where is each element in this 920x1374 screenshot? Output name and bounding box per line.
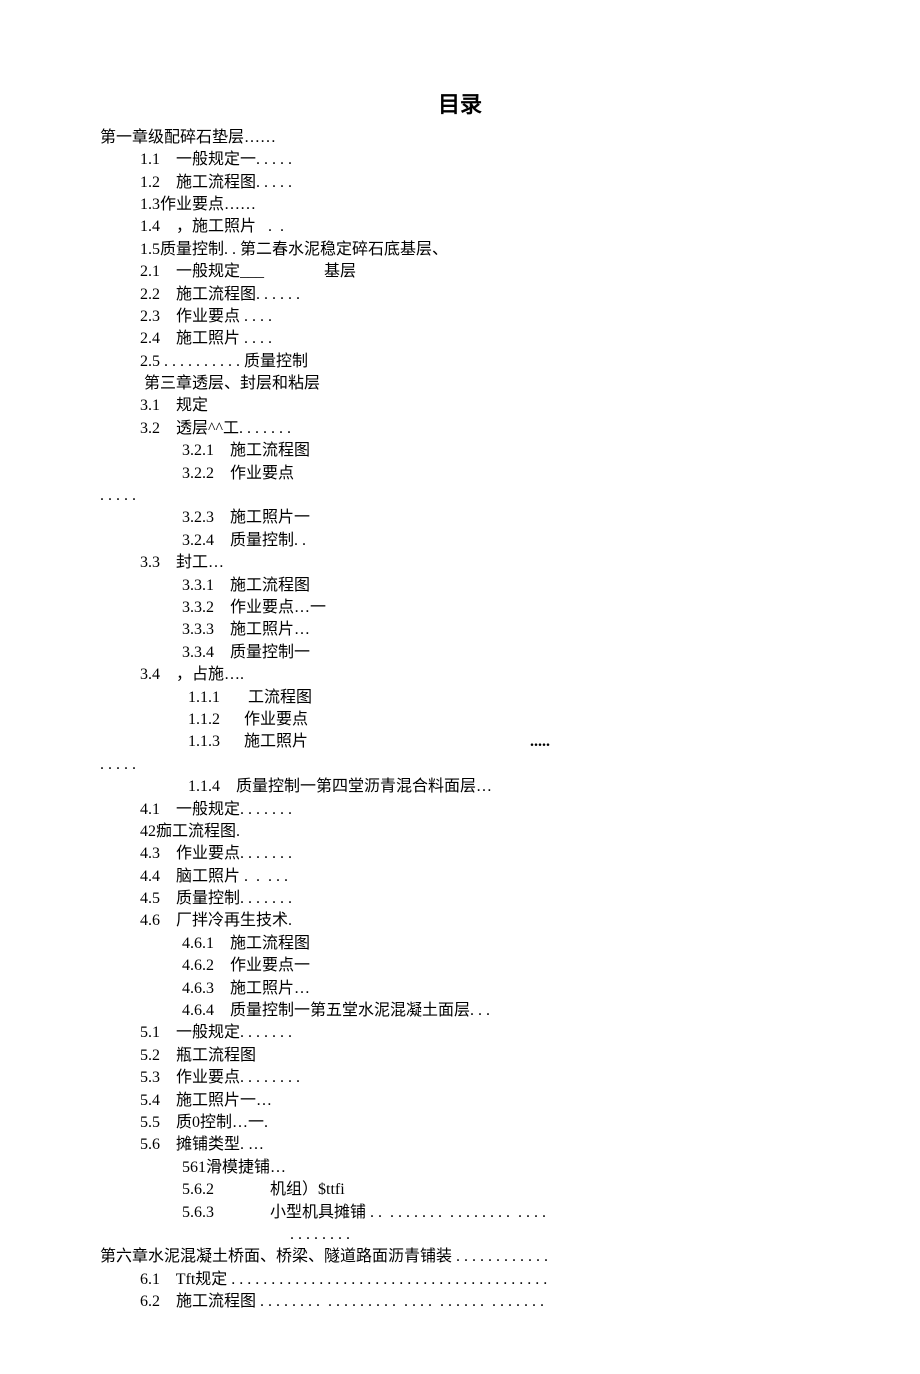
toc-line: 4.6 厂拌冷再生技术. xyxy=(100,910,820,932)
toc-line: 3.2.1 施工流程图 xyxy=(100,440,820,462)
toc-line: 2.1 一般规定___ 基层 xyxy=(100,261,820,283)
toc-title: 目录 xyxy=(100,90,820,121)
toc-line: 3.1 规定 xyxy=(100,395,820,417)
table-of-contents: 第一章级配碎石垫层……1.1 一般规定一. . . . .1.2 施工流程图. … xyxy=(100,127,820,1314)
toc-line: 3.3 封工… xyxy=(100,552,820,574)
toc-line: 4.3 作业要点. . . . . . . xyxy=(100,843,820,865)
toc-line: 6.2 施工流程图 . . . . . . . . . . . . . . . … xyxy=(100,1291,820,1313)
toc-line: 5.1 一般规定. . . . . . . xyxy=(100,1022,820,1044)
toc-line: 4.6.2 作业要点一 xyxy=(100,955,820,977)
toc-line: 1.4 ，施工照片 . . xyxy=(100,216,820,238)
toc-line: 3.2.3 施工照片一 xyxy=(100,507,820,529)
toc-line: 3.3.4 质量控制一 xyxy=(100,642,820,664)
toc-line: 2.4 施工照片 . . . . xyxy=(100,328,820,350)
toc-line: 1.5质量控制. . 第二春水泥稳定碎石底基层、 xyxy=(100,239,820,261)
toc-line: 3.3.1 施工流程图 xyxy=(100,575,820,597)
toc-line: 4.6.1 施工流程图 xyxy=(100,933,820,955)
toc-line: 6.1 Tft规定 . . . . . . . . . . . . . . . … xyxy=(100,1269,820,1291)
toc-line: 3.3.2 作业要点…一 xyxy=(100,597,820,619)
toc-line: 5.6.2 机组）$ttfi xyxy=(100,1179,820,1201)
toc-line: 5.4 施工照片一… xyxy=(100,1090,820,1112)
document-page: 目录 第一章级配碎石垫层……1.1 一般规定一. . . . .1.2 施工流程… xyxy=(0,0,920,1374)
toc-line: 1.2 施工流程图. . . . . xyxy=(100,172,820,194)
toc-line: 1.1 一般规定一. . . . . xyxy=(100,149,820,171)
toc-line: 2.5 . . . . . . . . . . 质量控制 xyxy=(100,351,820,373)
toc-line: 5.3 作业要点. . . . . . . . xyxy=(100,1067,820,1089)
toc-line: 1.1.1 工流程图 xyxy=(100,687,820,709)
toc-line: 5.6.3 小型机具摊铺 . . . . . . . . . . . . . .… xyxy=(100,1202,820,1224)
toc-line: 3.2.2 作业要点 xyxy=(100,463,820,485)
toc-line: 2.3 作业要点 . . . . xyxy=(100,306,820,328)
toc-line: 3.2.4 质量控制. . xyxy=(100,530,820,552)
toc-line: 3.4 ，占施…. xyxy=(100,664,820,686)
toc-line: 5.6 摊铺类型. … xyxy=(100,1134,820,1156)
toc-line: 第三章透层、封层和粘层 xyxy=(100,373,820,395)
toc-line: 4.6.4 质量控制一第五堂水泥混凝土面层. . . xyxy=(100,1000,820,1022)
toc-line: 4.6.3 施工照片… xyxy=(100,978,820,1000)
toc-line: 2.2 施工流程图. . . . . . xyxy=(100,284,820,306)
toc-line: 5.2 瓶工流程图 xyxy=(100,1045,820,1067)
toc-line: 1.1.2 作业要点 xyxy=(100,709,820,731)
toc-line: 3.3.3 施工照片… xyxy=(100,619,820,641)
toc-line: . . . . . xyxy=(100,485,820,507)
toc-line: . . . . . . . . xyxy=(100,1224,820,1246)
toc-line: 3.2 透层^^工. . . . . . . xyxy=(100,418,820,440)
leader-dots: ..... xyxy=(530,731,550,753)
toc-line: 42痂工流程图. xyxy=(100,821,820,843)
toc-line: . . . . . xyxy=(100,754,820,776)
toc-line: 4.1 一般规定. . . . . . . xyxy=(100,799,820,821)
toc-line: 第六章水泥混凝土桥面、桥梁、隧道路面沥青铺装 . . . . . . . . .… xyxy=(100,1246,820,1268)
toc-line: 1.1.3 施工照片..... xyxy=(100,731,820,753)
toc-line: 561滑模捷铺… xyxy=(100,1157,820,1179)
toc-line: 1.1.4 质量控制一第四堂沥青混合料面层… xyxy=(100,776,820,798)
toc-line: 4.4 脑工照片 . . . . . xyxy=(100,866,820,888)
toc-line: 第一章级配碎石垫层…… xyxy=(100,127,820,149)
toc-line: 1.3作业要点…… xyxy=(100,194,820,216)
toc-line: 5.5 质0控制…一. xyxy=(100,1112,820,1134)
toc-line: 4.5 质量控制. . . . . . . xyxy=(100,888,820,910)
